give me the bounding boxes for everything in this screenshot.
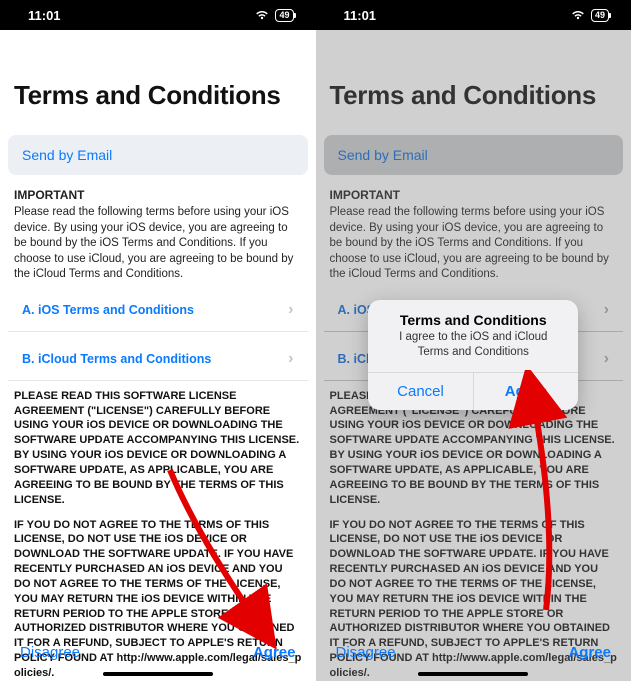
send-by-email-button[interactable]: Send by Email	[324, 135, 624, 175]
screen-body: Terms and Conditions Send by Email IMPOR…	[0, 30, 316, 681]
ios-terms-label: A. iOS Terms and Conditions	[22, 303, 194, 317]
bottom-toolbar: Disagree Agree	[316, 644, 631, 661]
page-title: Terms and Conditions	[316, 30, 631, 135]
license-text: PLEASE READ THIS SOFTWARE LICENSE AGREEM…	[316, 381, 631, 681]
battery-icon: 49	[275, 9, 293, 22]
icloud-terms-link[interactable]: B. iCloud Terms and Conditions ›	[8, 338, 308, 381]
chevron-right-icon: ›	[604, 350, 609, 368]
chevron-right-icon: ›	[288, 350, 293, 368]
terms-alert: Terms and Conditions I agree to the iOS …	[368, 300, 578, 410]
status-time: 11:01	[344, 8, 377, 23]
ios-terms-link[interactable]: A. iOS Terms and Conditions ›	[8, 289, 308, 332]
status-bar: 11:01 49	[316, 0, 631, 30]
chevron-right-icon: ›	[288, 301, 293, 319]
bottom-toolbar: Disagree Agree	[0, 644, 316, 661]
status-bar: 11:01 49	[0, 0, 316, 30]
important-text: Please read the following terms before u…	[330, 205, 618, 283]
alert-title: Terms and Conditions	[368, 300, 578, 330]
phone-left: 11:01 49 Terms and Conditions Send by Em…	[0, 0, 316, 681]
important-text: Please read the following terms before u…	[14, 205, 302, 283]
alert-cancel-button[interactable]: Cancel	[368, 373, 474, 410]
disagree-button[interactable]: Disagree	[336, 644, 396, 661]
license-text: PLEASE READ THIS SOFTWARE LICENSE AGREEM…	[0, 381, 316, 681]
important-heading: IMPORTANT	[14, 187, 302, 203]
important-section: IMPORTANT Please read the following term…	[0, 187, 316, 283]
disagree-button[interactable]: Disagree	[20, 644, 80, 661]
battery-icon: 49	[591, 9, 609, 22]
send-by-email-button[interactable]: Send by Email	[8, 135, 308, 175]
agree-button[interactable]: Agree	[253, 644, 296, 661]
icloud-terms-label: B. iCloud Terms and Conditions	[22, 352, 211, 366]
important-section: IMPORTANT Please read the following term…	[316, 187, 631, 283]
chevron-right-icon: ›	[604, 301, 609, 319]
important-heading: IMPORTANT	[330, 187, 618, 203]
wifi-icon	[255, 10, 269, 20]
home-indicator	[103, 672, 213, 676]
alert-agree-button[interactable]: Agree	[474, 373, 579, 410]
home-indicator	[418, 672, 528, 676]
license-p1: PLEASE READ THIS SOFTWARE LICENSE AGREEM…	[14, 389, 302, 508]
page-title: Terms and Conditions	[0, 30, 316, 135]
status-time: 11:01	[28, 8, 61, 23]
alert-message: I agree to the iOS and iCloud Terms and …	[368, 330, 578, 372]
agree-button[interactable]: Agree	[568, 644, 611, 661]
phone-right: 11:01 49 Terms and Conditions Send by Em…	[316, 0, 631, 681]
wifi-icon	[571, 10, 585, 20]
